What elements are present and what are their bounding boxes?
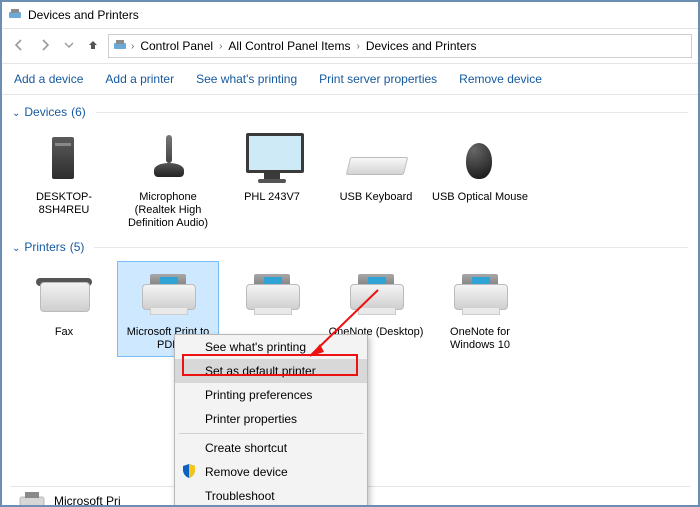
device-label: DESKTOP-8SH4REU bbox=[16, 191, 112, 217]
menu-printing-preferences[interactable]: Printing preferences bbox=[175, 383, 367, 407]
menu-printer-properties[interactable]: Printer properties bbox=[175, 407, 367, 431]
chevron-down-icon: ⌄ bbox=[12, 108, 20, 119]
printer-item-fax[interactable]: Fax bbox=[14, 262, 114, 343]
menu-troubleshoot[interactable]: Troubleshoot bbox=[175, 484, 367, 507]
printer-icon bbox=[240, 266, 304, 322]
menu-set-as-default-printer[interactable]: Set as default printer bbox=[175, 359, 367, 383]
print-server-properties-button[interactable]: Print server properties bbox=[319, 72, 437, 86]
mouse-icon bbox=[448, 131, 512, 187]
device-item-keyboard[interactable]: USB Keyboard bbox=[326, 127, 426, 208]
microphone-icon bbox=[136, 131, 200, 187]
add-printer-button[interactable]: Add a printer bbox=[105, 72, 174, 86]
add-device-button[interactable]: Add a device bbox=[14, 72, 83, 86]
device-item-desktop[interactable]: DESKTOP-8SH4REU bbox=[14, 127, 114, 221]
window-frame: Devices and Printers › Control Panel › A… bbox=[0, 0, 700, 507]
group-header-devices[interactable]: ⌄ Devices (6) bbox=[12, 105, 688, 119]
group-count: (5) bbox=[70, 240, 85, 254]
menu-see-whats-printing[interactable]: See what's printing bbox=[175, 335, 367, 359]
remove-device-button[interactable]: Remove device bbox=[459, 72, 542, 86]
menu-label: Remove device bbox=[205, 465, 288, 479]
printer-icon bbox=[18, 490, 46, 507]
separator bbox=[96, 112, 688, 113]
group-header-printers[interactable]: ⌄ Printers (5) bbox=[12, 240, 688, 254]
device-label: Microphone (Realtek High Definition Audi… bbox=[120, 191, 216, 230]
separator bbox=[94, 247, 688, 248]
address-bar[interactable]: › Control Panel › All Control Panel Item… bbox=[108, 34, 692, 58]
command-bar: Add a device Add a printer See what's pr… bbox=[2, 64, 698, 95]
group-title: Printers bbox=[24, 240, 65, 254]
chevron-right-icon[interactable]: › bbox=[356, 41, 359, 52]
device-label: USB Keyboard bbox=[328, 191, 424, 204]
titlebar: Devices and Printers bbox=[2, 2, 698, 29]
keyboard-icon bbox=[344, 131, 408, 187]
status-selected-name: Microsoft Pri bbox=[54, 494, 121, 507]
forward-button[interactable] bbox=[34, 36, 56, 57]
devices-printers-icon bbox=[8, 7, 22, 24]
device-item-mouse[interactable]: USB Optical Mouse bbox=[430, 127, 530, 208]
device-label: PHL 243V7 bbox=[224, 191, 320, 204]
back-button[interactable] bbox=[8, 36, 30, 57]
crumb-control-panel[interactable]: Control Panel bbox=[138, 39, 215, 53]
printer-item[interactable] bbox=[222, 262, 322, 330]
menu-separator bbox=[179, 433, 363, 434]
printer-label: OneNote for Windows 10 bbox=[432, 326, 528, 352]
up-button[interactable] bbox=[82, 36, 104, 57]
printer-context-menu: See what's printing Set as default print… bbox=[174, 334, 368, 507]
crumb-all-items[interactable]: All Control Panel Items bbox=[226, 39, 352, 53]
device-item-microphone[interactable]: Microphone (Realtek High Definition Audi… bbox=[118, 127, 218, 234]
group-title: Devices bbox=[24, 105, 67, 119]
devices-printers-icon bbox=[113, 38, 127, 55]
printer-icon bbox=[344, 266, 408, 322]
nav-row: › Control Panel › All Control Panel Item… bbox=[2, 29, 698, 64]
device-item-monitor[interactable]: PHL 243V7 bbox=[222, 127, 322, 208]
crumb-devices-printers[interactable]: Devices and Printers bbox=[364, 39, 479, 53]
chevron-right-icon[interactable]: › bbox=[131, 41, 134, 52]
computer-icon bbox=[32, 131, 96, 187]
shield-icon bbox=[181, 463, 197, 479]
printer-icon bbox=[136, 266, 200, 322]
device-label: USB Optical Mouse bbox=[432, 191, 528, 204]
see-whats-printing-button[interactable]: See what's printing bbox=[196, 72, 297, 86]
printer-item-onenote-desktop[interactable]: OneNote (Desktop) bbox=[326, 262, 426, 343]
printer-item-onenote-win10[interactable]: OneNote for Windows 10 bbox=[430, 262, 530, 356]
monitor-icon bbox=[240, 131, 304, 187]
fax-icon bbox=[32, 266, 96, 322]
window-title: Devices and Printers bbox=[28, 8, 139, 22]
group-count: (6) bbox=[71, 105, 86, 119]
menu-remove-device[interactable]: Remove device bbox=[175, 460, 367, 484]
recent-locations-button[interactable] bbox=[60, 37, 78, 55]
chevron-down-icon: ⌄ bbox=[12, 243, 20, 254]
printer-label: Fax bbox=[16, 326, 112, 339]
printer-icon bbox=[448, 266, 512, 322]
menu-create-shortcut[interactable]: Create shortcut bbox=[175, 436, 367, 460]
chevron-right-icon[interactable]: › bbox=[219, 41, 222, 52]
devices-grid: DESKTOP-8SH4REU Microphone (Realtek High… bbox=[12, 121, 688, 236]
